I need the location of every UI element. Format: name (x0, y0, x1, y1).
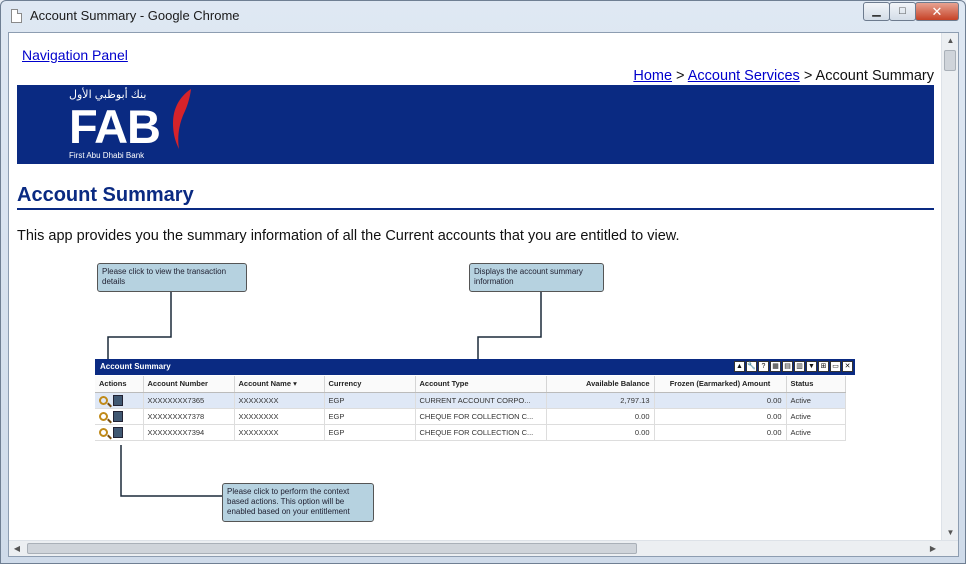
status-cell: Active (786, 424, 846, 441)
horizontal-scrollbar[interactable]: ◀ ▶ (9, 540, 958, 556)
currency-cell: EGP (324, 392, 416, 409)
status-cell: Active (786, 408, 846, 425)
magnifier-icon[interactable] (99, 395, 108, 405)
available-balance-cell: 0.00 (546, 408, 655, 425)
horizontal-scroll-thumb[interactable] (27, 543, 637, 554)
currency-cell: EGP (324, 408, 416, 425)
column-status[interactable]: Status (786, 376, 846, 393)
close-widget-icon[interactable]: ✕ (842, 361, 853, 372)
context-menu-icon[interactable] (113, 410, 123, 422)
column-account-type[interactable]: Account Type (415, 376, 547, 393)
account-name-cell: XXXXXXXX (234, 408, 325, 425)
column-account-number[interactable]: Account Number (143, 376, 235, 393)
collapse-icon[interactable]: ▲ (734, 361, 745, 372)
settings-icon[interactable]: 🔧 (746, 361, 757, 372)
scroll-down-icon[interactable]: ▼ (942, 525, 958, 541)
currency-cell: EGP (324, 424, 416, 441)
magnifier-icon[interactable] (99, 411, 108, 421)
context-menu-icon[interactable] (113, 394, 123, 406)
available-balance-cell: 2,797.13 (546, 392, 655, 409)
minimize-button[interactable]: ▁ (863, 2, 890, 21)
export-icon[interactable]: ▥ (794, 361, 805, 372)
vertical-scrollbar[interactable]: ▲ ▼ (941, 33, 958, 541)
print-icon[interactable]: ⊞ (818, 361, 829, 372)
widget-header: Account Summary ▲ 🔧 ? ▦ ▤ ▥ ▼ ⊞ ▭ ✕ (95, 359, 855, 375)
connector-line-context (120, 443, 222, 497)
title-bar: Account Summary - Google Chrome ▁ □ ✕ (1, 1, 965, 31)
window-title: Account Summary - Google Chrome (30, 8, 240, 23)
maximize-button[interactable]: □ (889, 2, 916, 21)
frozen-amount-cell: 0.00 (654, 408, 787, 425)
table-row[interactable]: XXXXXXXX7365 XXXXXXXX EGP CURRENT ACCOUN… (95, 392, 846, 409)
row-actions (95, 392, 144, 409)
table-row[interactable]: XXXXXXXX7378 XXXXXXXX EGP CHEQUE FOR COL… (95, 408, 846, 425)
column-currency[interactable]: Currency (324, 376, 416, 393)
account-type-cell: CHEQUE FOR COLLECTION C... (415, 424, 547, 441)
widget-title: Account Summary (100, 362, 171, 371)
table-row[interactable]: XXXXXXXX7394 XXXXXXXX EGP CHEQUE FOR COL… (95, 424, 846, 441)
account-summary-widget: Account Summary ▲ 🔧 ? ▦ ▤ ▥ ▼ ⊞ ▭ ✕ Acti… (95, 359, 855, 445)
grid-view-icon[interactable]: ▦ (770, 361, 781, 372)
scroll-left-icon[interactable]: ◀ (9, 541, 25, 556)
page-icon (11, 9, 22, 23)
filter-icon[interactable]: ▼ (806, 361, 817, 372)
help-icon[interactable]: ? (758, 361, 769, 372)
account-number-cell: XXXXXXXX7394 (143, 424, 235, 441)
callout-view-details: Please click to view the transaction det… (97, 263, 247, 292)
callout-context-actions: Please click to perform the context base… (222, 483, 374, 522)
account-name-cell: XXXXXXXX (234, 424, 325, 441)
close-button[interactable]: ✕ (915, 2, 959, 21)
callout-connectors (105, 292, 542, 497)
maximize-widget-icon[interactable]: ▭ (830, 361, 841, 372)
window-controls: ▁ □ ✕ (863, 2, 959, 21)
accounts-table: Actions Account Number Account Name ▾ Cu… (95, 376, 846, 441)
widget-toolbar: ▲ 🔧 ? ▦ ▤ ▥ ▼ ⊞ ▭ ✕ (733, 361, 853, 372)
frozen-amount-cell: 0.00 (654, 392, 787, 409)
callout-summary-info: Displays the account summary information (469, 263, 604, 292)
account-number-cell: XXXXXXXX7378 (143, 408, 235, 425)
column-frozen-amount[interactable]: Frozen (Earmarked) Amount (654, 376, 787, 393)
context-menu-icon[interactable] (113, 426, 123, 438)
status-cell: Active (786, 392, 846, 409)
account-name-cell: XXXXXXXX (234, 392, 325, 409)
available-balance-cell: 0.00 (546, 424, 655, 441)
account-type-cell: CHEQUE FOR COLLECTION C... (415, 408, 547, 425)
magnifier-icon[interactable] (99, 427, 108, 437)
column-actions: Actions (95, 376, 144, 393)
column-account-name[interactable]: Account Name ▾ (234, 376, 325, 393)
column-available-balance[interactable]: Available Balance (546, 376, 655, 393)
row-actions (95, 424, 144, 441)
scroll-right-icon[interactable]: ▶ (925, 541, 941, 556)
row-actions (95, 408, 144, 425)
pdf-icon[interactable]: ▤ (782, 361, 793, 372)
account-number-cell: XXXXXXXX7365 (143, 392, 235, 409)
page-viewport: Navigation Panel Home > Account Services… (8, 32, 959, 557)
browser-window: Account Summary - Google Chrome ▁ □ ✕ Na… (0, 0, 966, 564)
vertical-scroll-thumb[interactable] (944, 50, 956, 71)
scroll-up-icon[interactable]: ▲ (942, 33, 958, 49)
account-type-cell: CURRENT ACCOUNT CORPO... (415, 392, 547, 409)
frozen-amount-cell: 0.00 (654, 424, 787, 441)
